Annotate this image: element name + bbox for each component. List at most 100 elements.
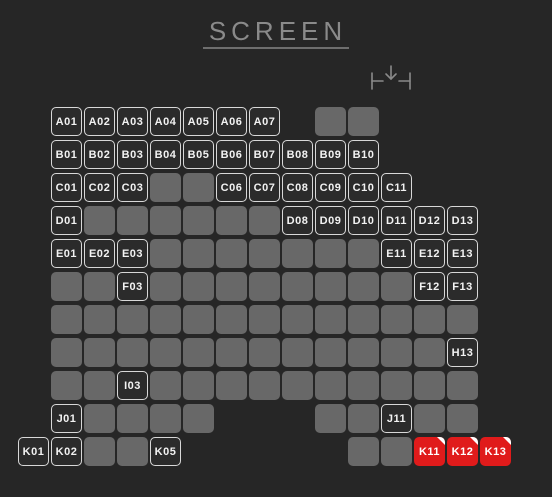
seat-a05[interactable]: A05 <box>183 107 214 136</box>
seat-f-unavailable <box>183 272 214 301</box>
seat-h-unavailable <box>282 338 313 367</box>
seat-j-unavailable <box>348 404 379 433</box>
seat-j01[interactable]: J01 <box>51 404 82 433</box>
seat-i-unavailable <box>414 371 445 400</box>
seat-j-unavailable <box>183 404 214 433</box>
seat-e-unavailable <box>216 239 247 268</box>
seat-j-unavailable <box>315 404 346 433</box>
seat-d-unavailable <box>84 206 115 235</box>
seat-j11[interactable]: J11 <box>381 404 412 433</box>
seat-b03[interactable]: B03 <box>117 140 148 169</box>
seat-f-unavailable <box>249 272 280 301</box>
seat-b08[interactable]: B08 <box>282 140 313 169</box>
seat-a07[interactable]: A07 <box>249 107 280 136</box>
seat-g-unavailable <box>150 305 181 334</box>
seat-a01[interactable]: A01 <box>51 107 82 136</box>
seat-d09[interactable]: D09 <box>315 206 346 235</box>
seat-h-unavailable <box>348 338 379 367</box>
seat-h-unavailable <box>381 338 412 367</box>
seat-d10[interactable]: D10 <box>348 206 379 235</box>
seat-d01[interactable]: D01 <box>51 206 82 235</box>
seat-g-unavailable <box>51 305 82 334</box>
seat-c11[interactable]: C11 <box>381 173 412 202</box>
seat-e-unavailable <box>150 239 181 268</box>
seat-e03[interactable]: E03 <box>117 239 148 268</box>
seat-a03[interactable]: A03 <box>117 107 148 136</box>
seat-i-unavailable <box>84 371 115 400</box>
seat-f12[interactable]: F12 <box>414 272 445 301</box>
seat-h-unavailable <box>414 338 445 367</box>
seat-g-unavailable <box>315 305 346 334</box>
seat-i-unavailable <box>282 371 313 400</box>
seat-f-unavailable <box>216 272 247 301</box>
seat-i-unavailable <box>51 371 82 400</box>
seat-d08[interactable]: D08 <box>282 206 313 235</box>
seat-d11[interactable]: D11 <box>381 206 412 235</box>
seat-d13[interactable]: D13 <box>447 206 478 235</box>
seat-c10[interactable]: C10 <box>348 173 379 202</box>
seat-c02[interactable]: C02 <box>84 173 115 202</box>
seat-k12[interactable]: K12 <box>447 437 478 466</box>
seat-h-unavailable <box>216 338 247 367</box>
seat-f03[interactable]: F03 <box>117 272 148 301</box>
seat-b01[interactable]: B01 <box>51 140 82 169</box>
seat-i-unavailable <box>216 371 247 400</box>
seat-e-unavailable <box>183 239 214 268</box>
seat-e02[interactable]: E02 <box>84 239 115 268</box>
seat-i03[interactable]: I03 <box>117 371 148 400</box>
seat-c07[interactable]: C07 <box>249 173 280 202</box>
seat-i-unavailable <box>447 371 478 400</box>
seat-a02[interactable]: A02 <box>84 107 115 136</box>
seat-f13[interactable]: F13 <box>447 272 478 301</box>
seat-f-unavailable <box>282 272 313 301</box>
seat-c08[interactable]: C08 <box>282 173 313 202</box>
seat-e11[interactable]: E11 <box>381 239 412 268</box>
seat-c09[interactable]: C09 <box>315 173 346 202</box>
seat-g-unavailable <box>447 305 478 334</box>
seat-k02[interactable]: K02 <box>51 437 82 466</box>
seat-b04[interactable]: B04 <box>150 140 181 169</box>
seat-i-unavailable <box>348 371 379 400</box>
seat-a-unavailable <box>315 107 346 136</box>
seat-c06[interactable]: C06 <box>216 173 247 202</box>
seat-g-unavailable <box>249 305 280 334</box>
seat-b09[interactable]: B09 <box>315 140 346 169</box>
seat-map: A01 A02 A03 A04 A05 A06 A07 B01 B02 B03 B04 B05 B06 B… <box>0 0 552 497</box>
seat-a04[interactable]: A04 <box>150 107 181 136</box>
seat-c03[interactable]: C03 <box>117 173 148 202</box>
seat-a-unavailable <box>348 107 379 136</box>
seat-j-unavailable <box>150 404 181 433</box>
seat-e12[interactable]: E12 <box>414 239 445 268</box>
seat-d-unavailable <box>249 206 280 235</box>
seat-h-unavailable <box>150 338 181 367</box>
seat-b10[interactable]: B10 <box>348 140 379 169</box>
seat-g-unavailable <box>117 305 148 334</box>
seat-g-unavailable <box>381 305 412 334</box>
seat-k-unavailable <box>84 437 115 466</box>
seat-j-unavailable <box>117 404 148 433</box>
seat-h-unavailable <box>249 338 280 367</box>
seat-e-unavailable <box>282 239 313 268</box>
seat-f-unavailable <box>348 272 379 301</box>
seat-c01[interactable]: C01 <box>51 173 82 202</box>
seat-h13[interactable]: H13 <box>447 338 478 367</box>
seat-a06[interactable]: A06 <box>216 107 247 136</box>
seat-k11[interactable]: K11 <box>414 437 445 466</box>
seat-b05[interactable]: B05 <box>183 140 214 169</box>
seat-b02[interactable]: B02 <box>84 140 115 169</box>
seat-b07[interactable]: B07 <box>249 140 280 169</box>
seat-k13[interactable]: K13 <box>480 437 511 466</box>
seat-e13[interactable]: E13 <box>447 239 478 268</box>
seat-h-unavailable <box>51 338 82 367</box>
seat-d12[interactable]: D12 <box>414 206 445 235</box>
seat-j-unavailable <box>84 404 115 433</box>
seat-i-unavailable <box>150 371 181 400</box>
seat-c-unavailable <box>183 173 214 202</box>
seat-k01[interactable]: K01 <box>18 437 49 466</box>
seat-g-unavailable <box>183 305 214 334</box>
seat-e-unavailable <box>315 239 346 268</box>
seat-k05[interactable]: K05 <box>150 437 181 466</box>
seat-h-unavailable <box>183 338 214 367</box>
seat-e01[interactable]: E01 <box>51 239 82 268</box>
seat-b06[interactable]: B06 <box>216 140 247 169</box>
